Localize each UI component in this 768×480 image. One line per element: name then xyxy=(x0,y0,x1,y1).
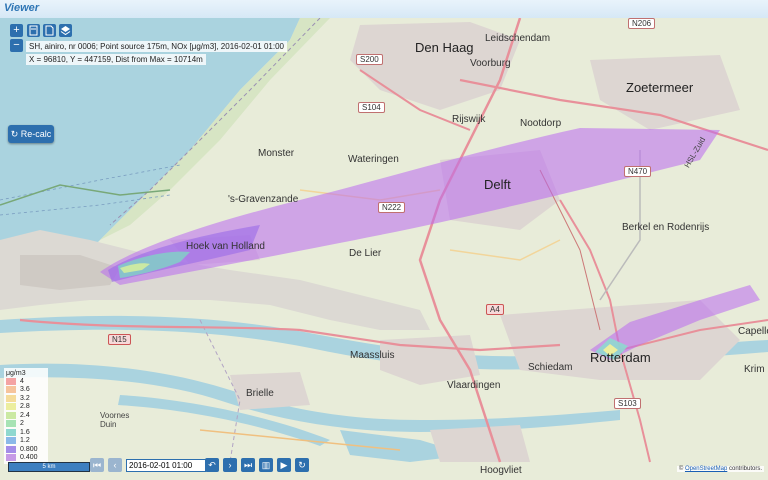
next-frame-button[interactable]: › xyxy=(223,458,237,472)
legend-swatch xyxy=(6,445,16,453)
legend-entry: 1.2 xyxy=(6,437,46,446)
legend-swatch xyxy=(6,437,16,445)
place-voornes-duin: Voornes Duin xyxy=(100,411,130,429)
legend-label: 1.6 xyxy=(20,428,30,436)
legend-swatch xyxy=(6,411,16,419)
legend: μg/m3 4 3.6 3.2 2.8 2.4 2 1.6 1.2 0.800 0.400 xyxy=(4,368,48,464)
skip-last-icon: ⏭ xyxy=(243,460,253,470)
chart-button[interactable]: ▥ xyxy=(259,458,273,472)
place-vlaardingen: Vlaardingen xyxy=(447,380,501,391)
legend-entry: 2.4 xyxy=(6,411,46,420)
road-a4: A4 xyxy=(486,304,504,315)
refresh-icon: ↻ xyxy=(10,129,19,139)
road-n470: N470 xyxy=(624,166,652,177)
layers-icon xyxy=(60,26,71,36)
place-rijswijk: Rijswijk xyxy=(452,114,486,125)
legend-entry: 4 xyxy=(6,377,46,386)
place-monster: Monster xyxy=(258,148,295,159)
place-zoetermeer: Zoetermeer xyxy=(626,80,694,95)
last-frame-button[interactable]: ⏭ xyxy=(241,458,255,472)
place-schiedam: Schiedam xyxy=(528,362,573,373)
map-canvas[interactable]: Den Haag Leidschendam Voorburg Zoetermee… xyxy=(0,18,768,480)
app-title: Viewer xyxy=(4,2,40,14)
legend-entry: 0.800 xyxy=(6,445,46,454)
legend-swatch xyxy=(6,403,16,411)
legend-unit: μg/m3 xyxy=(6,370,26,377)
prev-frame-button[interactable]: ‹ xyxy=(108,458,122,472)
road-s200: S200 xyxy=(356,54,383,65)
legend-label: 3.6 xyxy=(20,386,30,394)
chart-icon: ▥ xyxy=(261,460,271,470)
layers-button[interactable] xyxy=(59,24,72,37)
legend-entry: 1.6 xyxy=(6,428,46,437)
place-berkel: Berkel en Rodenrijs xyxy=(622,222,710,233)
title-bar: Viewer xyxy=(0,0,768,19)
legend-label: 2.8 xyxy=(20,403,30,411)
legend-label: 2 xyxy=(20,420,24,428)
play-icon: ▶ xyxy=(280,460,288,470)
zoom-in-button[interactable]: + xyxy=(10,24,23,37)
legend-swatch xyxy=(6,394,16,402)
legend-label: 4 xyxy=(20,377,24,385)
place-capelle: Capelle xyxy=(738,326,768,337)
legend-entry: 2 xyxy=(6,420,46,429)
rewind-icon: ↶ xyxy=(208,460,216,470)
recalc-label: Re-calc xyxy=(20,129,52,139)
legend-swatch xyxy=(6,377,16,385)
legend-swatch xyxy=(6,428,16,436)
osm-link[interactable]: OpenStreetMap xyxy=(685,466,727,472)
refresh-icon: ↻ xyxy=(298,460,306,470)
place-wateringen: Wateringen xyxy=(348,154,399,165)
place-den-haag: Den Haag xyxy=(415,40,474,55)
zoom-out-button[interactable]: − xyxy=(10,39,23,52)
place-hoek-van-holland: Hoek van Holland xyxy=(186,241,265,252)
recalc-button[interactable]: ↻ Re-calc xyxy=(8,125,54,143)
place-de-lier: De Lier xyxy=(349,248,382,259)
attribution: © OpenStreetMap contributors. xyxy=(676,466,764,472)
play-button[interactable]: ▶ xyxy=(277,458,291,472)
first-frame-button[interactable]: ⏮ xyxy=(90,458,104,472)
road-s103: S103 xyxy=(614,398,641,409)
place-brielle: Brielle xyxy=(246,388,274,399)
prev-icon: ‹ xyxy=(113,460,117,470)
legend-swatch xyxy=(6,386,16,394)
place-voorburg: Voorburg xyxy=(470,58,511,69)
document-button[interactable] xyxy=(43,24,56,37)
calculator-icon xyxy=(29,25,38,36)
legend-label: 3.2 xyxy=(20,394,30,402)
date-input[interactable]: 2016-02-01 01:00 xyxy=(126,459,206,472)
place-gravenzande: 's-Gravenzande xyxy=(228,194,299,205)
next-icon: › xyxy=(228,460,232,470)
legend-label: 2.4 xyxy=(20,411,30,419)
road-n206: N206 xyxy=(628,18,656,29)
info-line-1: SH, ainiro, nr 0006; Point source 175m, … xyxy=(26,41,287,52)
place-rotterdam: Rotterdam xyxy=(590,350,651,365)
road-n15: N15 xyxy=(108,334,131,345)
road-n222: N222 xyxy=(378,202,406,213)
legend-swatch xyxy=(6,420,16,428)
legend-label: 0.800 xyxy=(20,445,38,453)
legend-label: 1.2 xyxy=(20,437,30,445)
place-leidschendam: Leidschendam xyxy=(485,33,551,44)
calculator-button[interactable] xyxy=(27,24,40,37)
legend-entry: 2.8 xyxy=(6,403,46,412)
place-krim: Krim xyxy=(744,364,765,375)
legend-entry: 3.2 xyxy=(6,394,46,403)
place-nootdorp: Nootdorp xyxy=(520,118,562,129)
scale-bar: 5 km xyxy=(8,462,90,472)
road-s104: S104 xyxy=(358,102,385,113)
place-delft: Delft xyxy=(484,177,511,192)
rewind-button[interactable]: ↶ xyxy=(205,458,219,472)
document-icon xyxy=(45,25,54,36)
skip-first-icon: ⏮ xyxy=(92,460,102,470)
legend-entry: 3.6 xyxy=(6,386,46,395)
legend-rows: 4 3.6 3.2 2.8 2.4 2 1.6 1.2 0.800 0.400 xyxy=(6,377,46,462)
place-maassluis: Maassluis xyxy=(350,350,395,361)
info-line-2: X = 96810, Y = 447159, Dist from Max = 1… xyxy=(26,54,206,65)
refresh-button[interactable]: ↻ xyxy=(295,458,309,472)
